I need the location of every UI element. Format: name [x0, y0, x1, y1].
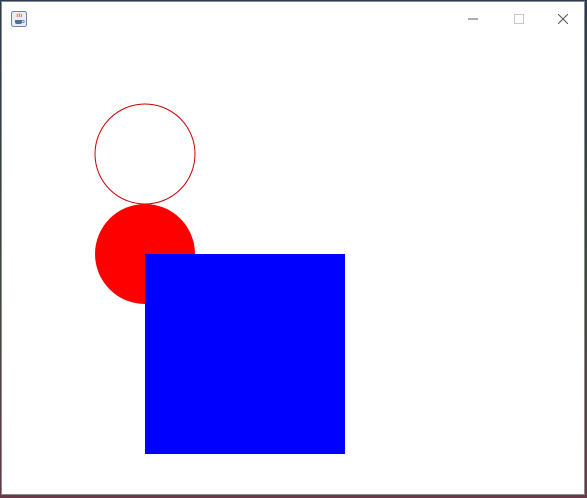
title-bar[interactable] — [2, 2, 584, 34]
outline-circle — [94, 103, 196, 205]
close-icon — [557, 9, 569, 28]
filled-square — [145, 254, 345, 454]
drawing-canvas[interactable] — [2, 34, 584, 494]
minimize-button[interactable] — [450, 2, 496, 34]
minimize-icon — [468, 9, 478, 28]
close-button[interactable] — [540, 2, 586, 34]
java-coffee-cup-icon[interactable] — [11, 11, 27, 27]
app-window — [1, 1, 585, 495]
maximize-icon — [514, 9, 524, 28]
maximize-button[interactable] — [496, 2, 542, 34]
